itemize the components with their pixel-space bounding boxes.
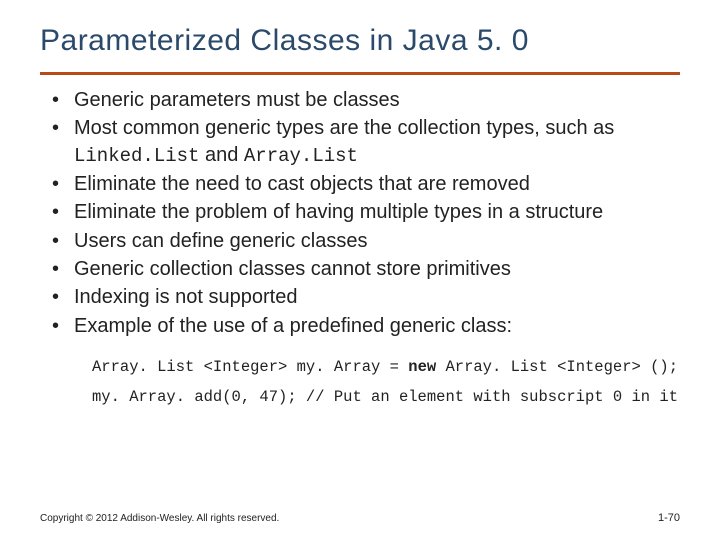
page-number: 1-70 xyxy=(658,512,680,524)
bullet-list: Generic parameters must be classes Most … xyxy=(40,87,680,339)
slide: Parameterized Classes in Java 5. 0 Gener… xyxy=(0,0,720,540)
footer: Copyright © 2012 Addison-Wesley. All rig… xyxy=(40,512,680,524)
bullet-text: Users can define generic classes xyxy=(74,230,367,252)
bullet-text: and xyxy=(199,144,243,166)
bullet-text: Generic parameters must be classes xyxy=(74,89,400,111)
list-item: Generic parameters must be classes xyxy=(74,87,680,113)
slide-title: Parameterized Classes in Java 5. 0 xyxy=(40,24,680,58)
list-item: Indexing is not supported xyxy=(74,284,680,310)
code-keyword: new xyxy=(408,358,436,376)
bullet-text: Most common generic types are the collec… xyxy=(74,117,614,139)
code-text: Array. List <Integer> my. Array = xyxy=(92,358,408,376)
code-block: Array. List <Integer> my. Array = new Ar… xyxy=(40,353,680,412)
code-text: Linked.List xyxy=(74,145,199,167)
list-item: Users can define generic classes xyxy=(74,228,680,254)
list-item: Eliminate the problem of having multiple… xyxy=(74,199,680,225)
bullet-text: Example of the use of a predefined gener… xyxy=(74,315,512,337)
copyright-text: Copyright © 2012 Addison-Wesley. All rig… xyxy=(40,513,279,524)
code-line: my. Array. add(0, 47); // Put an element… xyxy=(92,383,680,412)
list-item: Eliminate the need to cast objects that … xyxy=(74,171,680,197)
bullet-text: Eliminate the problem of having multiple… xyxy=(74,201,603,223)
code-line: Array. List <Integer> my. Array = new Ar… xyxy=(92,353,680,382)
code-text: Array. List <Integer> (); xyxy=(436,358,678,376)
title-rule xyxy=(40,72,680,75)
list-item: Example of the use of a predefined gener… xyxy=(74,313,680,339)
bullet-text: Generic collection classes cannot store … xyxy=(74,258,511,280)
bullet-text: Indexing is not supported xyxy=(74,286,298,308)
list-item: Generic collection classes cannot store … xyxy=(74,256,680,282)
bullet-text: Eliminate the need to cast objects that … xyxy=(74,173,530,195)
list-item: Most common generic types are the collec… xyxy=(74,115,680,168)
code-text: Array.List xyxy=(244,145,358,167)
